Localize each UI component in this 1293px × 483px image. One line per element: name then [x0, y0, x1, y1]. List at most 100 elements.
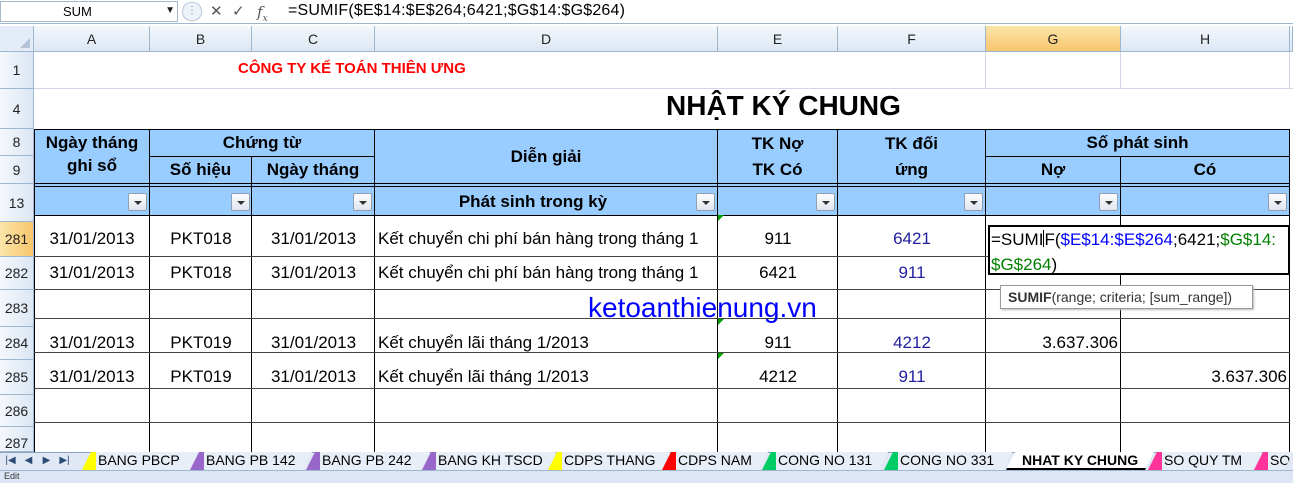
- cell-account[interactable]: 4212: [718, 360, 838, 394]
- first-sheet-icon[interactable]: |◀: [2, 452, 19, 470]
- prev-sheet-icon[interactable]: ◀: [20, 452, 37, 470]
- row-header-282[interactable]: 282: [0, 257, 34, 290]
- next-sheet-icon[interactable]: ▶: [38, 452, 55, 470]
- cell-account[interactable]: 6421: [718, 257, 838, 289]
- header-description: Diễn giải: [510, 146, 582, 166]
- row-header-281[interactable]: 281: [0, 222, 34, 257]
- filter-dropdown-icon[interactable]: [1099, 193, 1118, 211]
- editor-range-ref: $E$14:$E$264: [1060, 230, 1173, 249]
- cell-account[interactable]: 911: [718, 222, 838, 256]
- last-sheet-icon[interactable]: ▶|: [56, 452, 73, 470]
- row-header-13[interactable]: 13: [0, 184, 34, 222]
- cell-date[interactable]: 31/01/2013: [34, 327, 150, 359]
- cell-description[interactable]: Kết chuyển lãi tháng 1/2013: [378, 327, 717, 359]
- company-name: CÔNG TY KẾ TOÁN THIÊN ƯNG: [238, 60, 466, 77]
- column-header-d[interactable]: D: [375, 26, 718, 52]
- cell-voucher-date[interactable]: 31/01/2013: [252, 222, 375, 256]
- cell-date[interactable]: 31/01/2013: [34, 222, 150, 256]
- column-header-f[interactable]: F: [838, 26, 986, 52]
- row-header-9[interactable]: 9: [0, 156, 34, 184]
- cell-voucher-no[interactable]: PKT019: [150, 360, 252, 394]
- cell-counter-account[interactable]: 911: [838, 360, 986, 394]
- cell-counter-account[interactable]: 6421: [838, 222, 986, 256]
- error-indicator-icon: [718, 353, 724, 359]
- cell-description[interactable]: Kết chuyển chi phí bán hàng trong tháng …: [378, 222, 717, 256]
- column-header-a[interactable]: A: [34, 26, 150, 52]
- cell-date[interactable]: 31/01/2013: [34, 360, 150, 394]
- sheet-tab-bang-kh-tscd[interactable]: BANG KH TSCD: [422, 452, 556, 470]
- cell-voucher-no[interactable]: PKT019: [150, 327, 252, 359]
- sheet-tab-cong-no-131[interactable]: CONG NO 131: [762, 452, 888, 470]
- insert-function-icon[interactable]: fx: [257, 3, 268, 24]
- sheet-tab-bang-pbcp[interactable]: BANG PBCP: [82, 452, 202, 470]
- border: [1289, 129, 1290, 452]
- header-account-line2: TK Có: [752, 160, 803, 179]
- row-header-4[interactable]: 4: [0, 89, 34, 129]
- formula-bar-grip-icon[interactable]: ⋮: [182, 2, 202, 21]
- row-header-1[interactable]: 1: [0, 52, 34, 89]
- border: [34, 422, 1290, 423]
- sheet-tab-label: CDPS THANG: [564, 452, 656, 468]
- sheet-tab-cong-no-331[interactable]: CONG NO 331: [884, 452, 1012, 470]
- cell-voucher-date[interactable]: 31/01/2013: [252, 327, 375, 359]
- header-counter-line2: ứng: [894, 160, 929, 179]
- sheet-tab-cdps-thang[interactable]: CDPS THANG: [548, 452, 670, 470]
- cell-description[interactable]: Kết chuyển lãi tháng 1/2013: [378, 360, 717, 394]
- sheet-tab-label: NHAT KY CHUNG: [1022, 452, 1139, 468]
- sheet-tab-bang-pb-142[interactable]: BANG PB 142: [190, 452, 312, 470]
- sheet-tab-label: CONG NO 131: [778, 452, 873, 468]
- select-all-corner[interactable]: [0, 26, 34, 52]
- cell-counter-account[interactable]: 4212: [838, 327, 986, 359]
- column-header-b[interactable]: B: [150, 26, 252, 52]
- row-header-285[interactable]: 285: [0, 360, 34, 395]
- tooltip-function-name[interactable]: SUMIF: [1008, 289, 1052, 305]
- editor-fn-start: =SUMI: [991, 230, 1044, 249]
- cell-voucher-date[interactable]: 31/01/2013: [252, 360, 375, 394]
- filter-dropdown-icon[interactable]: [1268, 193, 1287, 211]
- sheet-tab-label: CDPS NAM: [678, 452, 752, 468]
- cell-counter-account[interactable]: 911: [838, 257, 986, 289]
- status-bar: Edit: [0, 470, 1293, 483]
- column-header-c[interactable]: C: [252, 26, 375, 52]
- filter-dropdown-icon[interactable]: [816, 193, 835, 211]
- gridline: [985, 52, 986, 89]
- row-header-8[interactable]: 8: [0, 129, 34, 156]
- row-header-287[interactable]: 287: [0, 427, 34, 452]
- cell-date[interactable]: 31/01/2013: [34, 257, 150, 289]
- border: [251, 156, 252, 452]
- name-box-dropdown-icon[interactable]: ▼: [165, 5, 175, 16]
- column-header-e[interactable]: E: [718, 26, 838, 52]
- name-box[interactable]: SUM ▼: [0, 1, 178, 22]
- column-header-g[interactable]: G: [986, 26, 1121, 52]
- enter-icon[interactable]: ✓: [232, 3, 245, 21]
- filter-dropdown-icon[interactable]: [128, 193, 147, 211]
- cell-editor[interactable]: =SUMIF($E$14:$E$264;6421;$G$14: $G$264): [988, 225, 1290, 275]
- status-mode: Edit: [4, 471, 20, 481]
- sheet-tab-nhat-ky-chung[interactable]: NHAT KY CHUNG: [1006, 452, 1154, 470]
- cell-description[interactable]: Kết chuyển chi phí bán hàng trong tháng …: [378, 257, 717, 289]
- filter-dropdown-icon[interactable]: [353, 193, 372, 211]
- cell-account[interactable]: 911: [718, 327, 838, 359]
- row-header-283[interactable]: 283: [0, 290, 34, 327]
- editor-sum-range-ref-1: $G$14:: [1220, 230, 1277, 249]
- row-header-284[interactable]: 284: [0, 327, 34, 360]
- cell-voucher-no[interactable]: PKT018: [150, 257, 252, 289]
- sheet-tab-cdps-nam[interactable]: CDPS NAM: [662, 452, 768, 470]
- header-voucher-no: Số hiệu: [169, 160, 232, 179]
- filter-dropdown-icon[interactable]: [696, 193, 715, 211]
- formula-input[interactable]: =SUMIF($E$14:$E$264;6421;$G$14:$G$264): [288, 2, 625, 20]
- sheet-tab-bang-pb-242[interactable]: BANG PB 242: [306, 452, 430, 470]
- name-box-value: SUM: [63, 4, 92, 19]
- cell-voucher-date[interactable]: 31/01/2013: [252, 257, 375, 289]
- sheet-tab-so-quy-tm[interactable]: SO QUY TM: [1148, 452, 1262, 470]
- cell-voucher-no[interactable]: PKT018: [150, 222, 252, 256]
- row-header-286[interactable]: 286: [0, 395, 34, 427]
- column-header-h[interactable]: H: [1121, 26, 1290, 52]
- filter-dropdown-icon[interactable]: [231, 193, 250, 211]
- function-tooltip[interactable]: SUMIF(range; criteria; [sum_range]): [1000, 285, 1253, 309]
- header-account-line1: TK Nợ: [751, 134, 804, 153]
- cell-credit[interactable]: 3.637.306: [1121, 360, 1287, 394]
- filter-dropdown-icon[interactable]: [964, 193, 983, 211]
- cancel-icon[interactable]: ✕: [210, 3, 223, 21]
- cell-debit[interactable]: 3.637.306: [986, 327, 1118, 359]
